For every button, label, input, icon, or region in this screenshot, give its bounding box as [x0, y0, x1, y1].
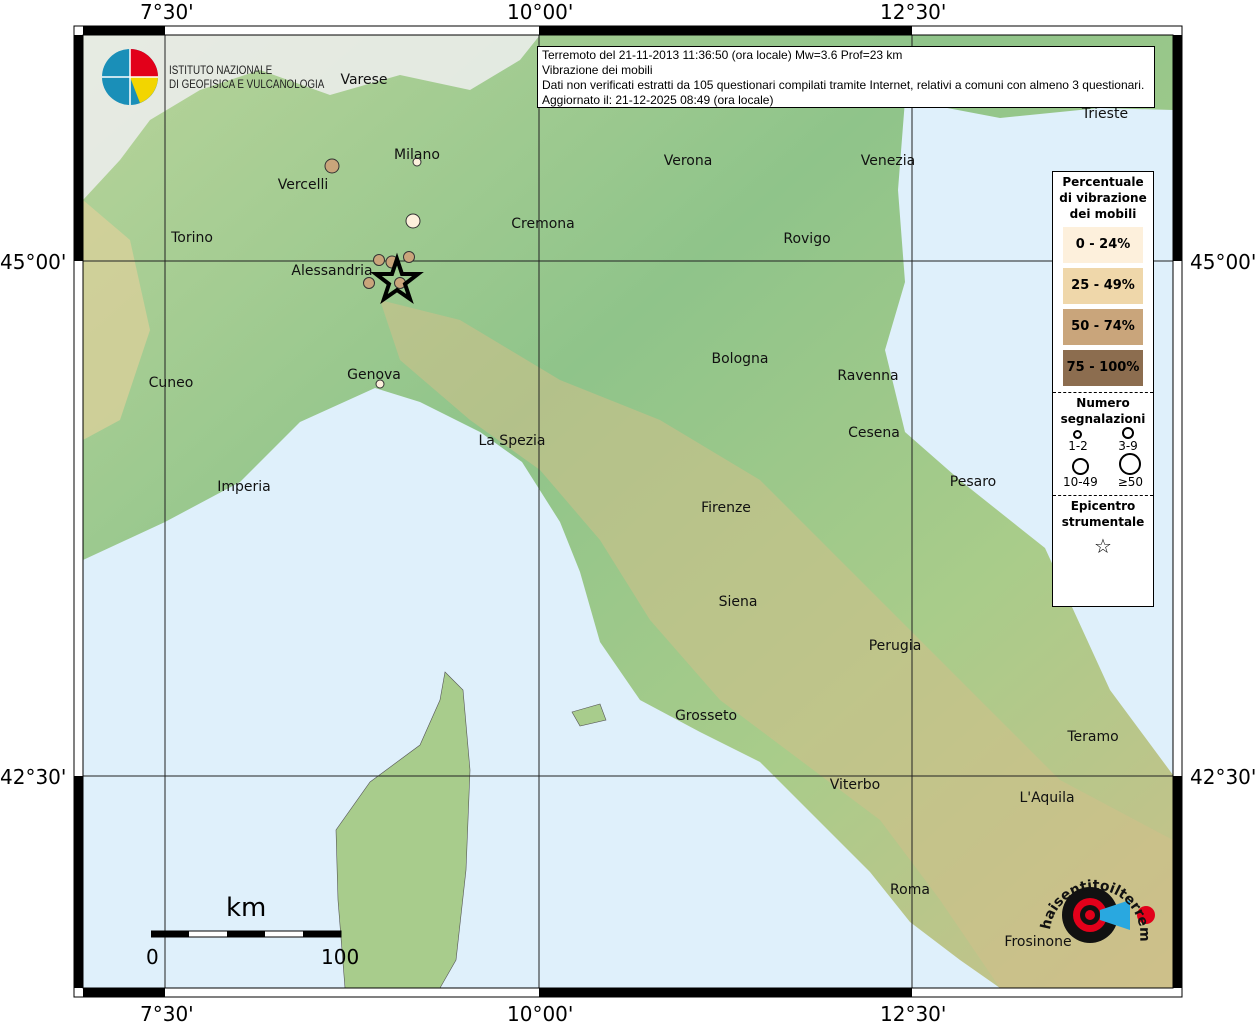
lon-label-bottom-3: 12°30' [880, 1002, 947, 1026]
city-label: Firenze [701, 500, 751, 516]
lon-label-top-1: 7°30' [140, 0, 194, 24]
count-label: 3-9 [1118, 439, 1138, 453]
legend-class-3: 50 - 74% [1063, 309, 1143, 345]
count-label: 1-2 [1068, 439, 1088, 453]
lon-label-bottom-1: 7°30' [140, 1002, 194, 1026]
city-label: Milano [394, 147, 440, 163]
event-note: Dati non verificati estratti da 105 ques… [542, 78, 1145, 92]
point[interactable] [324, 158, 340, 174]
scale-unit: km [226, 893, 267, 923]
lat-label-left-2: 42°30' [0, 765, 67, 789]
city-label: Cremona [511, 216, 575, 232]
lat-label-right-2: 42°30' [1190, 765, 1255, 789]
ingv-line1: ISTITUTO NAZIONALE [169, 63, 273, 77]
event-title: Terremoto del 21-11-2013 11:36:50 (ora l… [542, 48, 903, 62]
lon-label-top-3: 12°30' [880, 0, 947, 24]
event-info-box: Terremoto del 21-11-2013 11:36:50 (ora l… [537, 46, 1155, 108]
city-label: Bologna [711, 351, 769, 367]
ingv-logo-text: ISTITUTO NAZIONALE DI GEOFISICA E VULCAN… [169, 63, 324, 91]
city-label: Vercelli [277, 177, 329, 193]
legend-class-2: 25 - 49% [1063, 268, 1143, 304]
city-label: Teramo [1067, 729, 1119, 745]
scale-max: 100 [321, 945, 360, 969]
ingv-line2: DI GEOFISICA E VULCANOLOGIA [169, 77, 325, 91]
circle-xlarge-icon [1119, 453, 1142, 475]
city-label: Pesaro [949, 474, 997, 490]
count-label: 10-49 [1062, 475, 1098, 489]
city-label: Frosinone [1004, 934, 1072, 950]
city-label: Ravenna [837, 368, 899, 384]
city-label: Verona [663, 153, 713, 169]
scale-min: 0 [146, 945, 159, 969]
lon-label-bottom-2: 10°00' [507, 1002, 574, 1026]
event-subtitle: Vibrazione dei mobili [542, 63, 653, 77]
city-label: Roma [890, 882, 930, 898]
legend-title: Percentuale di vibrazione dei mobili [1059, 175, 1147, 221]
city-label: Cesena [848, 425, 900, 441]
city-label: Torino [171, 230, 213, 246]
point[interactable] [373, 254, 385, 266]
legend-count-title: Numero segnalazioni [1060, 396, 1146, 426]
count-label: ≥50 [1117, 475, 1144, 489]
lat-label-right-1: 45°00' [1190, 250, 1255, 274]
city-label: Viterbo [829, 777, 881, 793]
star-icon: ☆ [1094, 534, 1112, 558]
city-label: Perugia [868, 638, 922, 654]
point[interactable] [405, 213, 421, 229]
point[interactable] [363, 277, 375, 289]
legend: Percentuale di vibrazione dei mobili 0 -… [1052, 171, 1154, 607]
scale-ruler [151, 930, 342, 938]
city-label: Venezia [860, 153, 916, 169]
lon-label-top-2: 10°00' [507, 0, 574, 24]
legend-epicenter-title: Epicentro strumentale [1061, 499, 1145, 529]
city-label: Varese [340, 72, 388, 88]
circle-small-icon [1073, 430, 1083, 439]
city-label: La Spezia [478, 433, 546, 449]
legend-class-1: 0 - 24% [1063, 227, 1143, 263]
ingv-logo-icon [102, 49, 158, 105]
circle-large-icon [1071, 458, 1089, 475]
city-label: Trieste [1081, 106, 1129, 122]
city-label: Grosseto [674, 708, 738, 724]
legend-class-4: 75 - 100% [1063, 350, 1143, 386]
city-label: Rovigo [783, 231, 831, 247]
city-label: L'Aquila [1019, 790, 1075, 806]
event-updated: Aggiornato il: 21-12-2025 08:49 (ora loc… [542, 93, 774, 107]
city-label: Alessandria [291, 263, 373, 279]
city-label: Genova [347, 367, 401, 383]
city-label: Cuneo [148, 375, 194, 391]
circle-medium-icon [1121, 427, 1134, 439]
point[interactable] [403, 251, 415, 263]
city-label: Siena [718, 594, 758, 610]
lat-label-left-1: 45°00' [0, 250, 67, 274]
city-label: Imperia [217, 479, 271, 495]
